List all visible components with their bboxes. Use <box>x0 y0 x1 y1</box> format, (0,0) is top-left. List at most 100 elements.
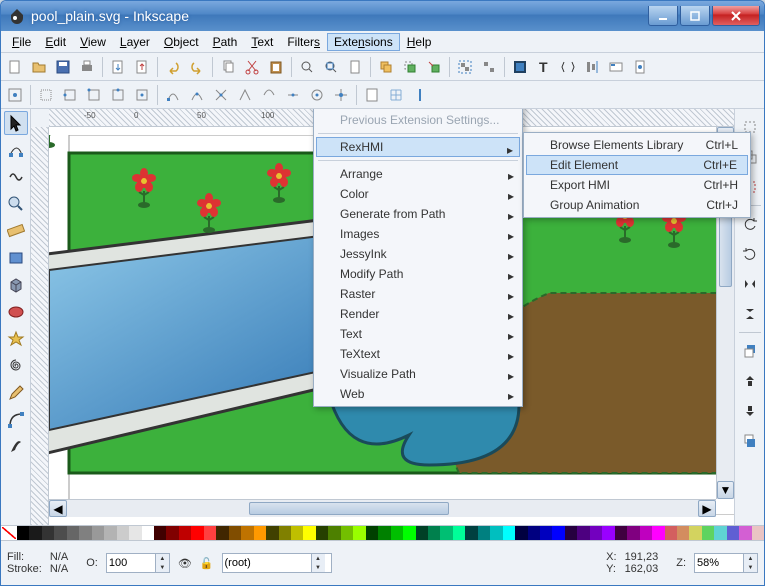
snap-bbox-edge[interactable] <box>59 84 81 106</box>
ext-rexhmi[interactable]: RexHMI▸ <box>316 137 520 157</box>
scroll-down-button[interactable]: ▼ <box>717 481 734 499</box>
tb-zoom-draw[interactable] <box>320 56 342 78</box>
swatch[interactable] <box>129 526 141 540</box>
tool-rect[interactable] <box>4 246 28 270</box>
cmd-raise-top[interactable] <box>738 339 762 363</box>
tb-align[interactable] <box>581 56 603 78</box>
snap-smooth[interactable] <box>258 84 280 106</box>
tool-select[interactable] <box>4 111 28 135</box>
tb-paste[interactable] <box>265 56 287 78</box>
ext-web[interactable]: Web▸ <box>316 384 520 404</box>
swatch[interactable] <box>266 526 278 540</box>
snap-node[interactable] <box>162 84 184 106</box>
swatch[interactable] <box>440 526 452 540</box>
snap-guide[interactable] <box>409 84 431 106</box>
swatch[interactable] <box>216 526 228 540</box>
snap-path[interactable] <box>186 84 208 106</box>
dropdown-rexhmi[interactable]: Browse Elements LibraryCtrl+L Edit Eleme… <box>523 132 751 218</box>
tool-spiral[interactable] <box>4 354 28 378</box>
tb-copy[interactable] <box>217 56 239 78</box>
window-close-button[interactable] <box>712 6 760 26</box>
window-maximize-button[interactable] <box>680 6 710 26</box>
ext-modifypath[interactable]: Modify Path▸ <box>316 264 520 284</box>
tool-star[interactable] <box>4 327 28 351</box>
rexhmi-group[interactable]: Group AnimationCtrl+J <box>526 195 748 215</box>
swatch[interactable] <box>490 526 502 540</box>
swatch[interactable] <box>166 526 178 540</box>
tb-zoom-page[interactable] <box>344 56 366 78</box>
menu-filters[interactable]: Filters <box>280 33 327 51</box>
tool-node[interactable] <box>4 138 28 162</box>
tb-text[interactable]: T <box>533 56 555 78</box>
swatch[interactable] <box>714 526 726 540</box>
ext-images[interactable]: Images▸ <box>316 224 520 244</box>
snap-objcenter[interactable] <box>306 84 328 106</box>
tb-group[interactable] <box>454 56 476 78</box>
opacity-field[interactable]: ▲▼ <box>106 553 170 573</box>
ext-text[interactable]: Text▸ <box>316 324 520 344</box>
snap-intersect[interactable] <box>210 84 232 106</box>
cmd-rotate-cw[interactable] <box>738 242 762 266</box>
swatch[interactable] <box>739 526 751 540</box>
swatch[interactable] <box>229 526 241 540</box>
tb-redo[interactable] <box>186 56 208 78</box>
tb-import[interactable] <box>107 56 129 78</box>
tool-calligraphy[interactable] <box>4 435 28 459</box>
dropdown-extensions[interactable]: Previous Extension Previous Extension Se… <box>313 109 523 407</box>
snap-linemid[interactable] <box>282 84 304 106</box>
swatch[interactable] <box>67 526 79 540</box>
ext-generate[interactable]: Generate from Path▸ <box>316 204 520 224</box>
swatch[interactable] <box>378 526 390 540</box>
swatch[interactable] <box>540 526 552 540</box>
swatch[interactable] <box>528 526 540 540</box>
ext-arrange[interactable]: Arrange▸ <box>316 164 520 184</box>
layer-lock-icon[interactable]: 🔓 <box>200 557 214 570</box>
cmd-flip-h[interactable] <box>738 272 762 296</box>
swatch[interactable] <box>689 526 701 540</box>
swatch[interactable] <box>752 526 764 540</box>
swatch[interactable] <box>328 526 340 540</box>
snap-bbox-corner[interactable] <box>83 84 105 106</box>
menu-edit[interactable]: Edit <box>38 33 73 51</box>
swatch[interactable] <box>154 526 166 540</box>
tb-new[interactable] <box>4 56 26 78</box>
stroke-value[interactable]: N/A <box>50 563 68 575</box>
tb-save[interactable] <box>52 56 74 78</box>
swatch[interactable] <box>515 526 527 540</box>
tb-ungroup[interactable] <box>478 56 500 78</box>
swatch[interactable] <box>17 526 29 540</box>
tb-unlink[interactable] <box>423 56 445 78</box>
swatch[interactable] <box>191 526 203 540</box>
menu-help[interactable]: Help <box>400 33 439 51</box>
swatch[interactable] <box>179 526 191 540</box>
swatch[interactable] <box>291 526 303 540</box>
menu-object[interactable]: Object <box>157 33 206 51</box>
ext-jessyink[interactable]: JessyInk▸ <box>316 244 520 264</box>
tb-open[interactable] <box>28 56 50 78</box>
tb-duplicate[interactable] <box>375 56 397 78</box>
tool-ellipse[interactable] <box>4 300 28 324</box>
swatch[interactable] <box>204 526 216 540</box>
tb-fillstroke[interactable] <box>509 56 531 78</box>
swatch[interactable] <box>565 526 577 540</box>
tool-measure[interactable] <box>4 219 28 243</box>
swatch[interactable] <box>353 526 365 540</box>
swatch[interactable] <box>590 526 602 540</box>
tb-cut[interactable] <box>241 56 263 78</box>
palette[interactable] <box>1 525 764 541</box>
tool-tweak[interactable] <box>4 165 28 189</box>
snap-enable[interactable] <box>4 84 26 106</box>
menu-text[interactable]: Text <box>244 33 280 51</box>
tool-pencil[interactable] <box>4 381 28 405</box>
swatch[interactable] <box>42 526 54 540</box>
ext-render[interactable]: Render▸ <box>316 304 520 324</box>
snap-bbox-center[interactable] <box>131 84 153 106</box>
swatch-none[interactable] <box>1 526 17 540</box>
swatch[interactable] <box>677 526 689 540</box>
tb-clone[interactable] <box>399 56 421 78</box>
swatch[interactable] <box>428 526 440 540</box>
tb-undo[interactable] <box>162 56 184 78</box>
snap-bbox-mid[interactable] <box>107 84 129 106</box>
swatch[interactable] <box>341 526 353 540</box>
rexhmi-browse[interactable]: Browse Elements LibraryCtrl+L <box>526 135 748 155</box>
